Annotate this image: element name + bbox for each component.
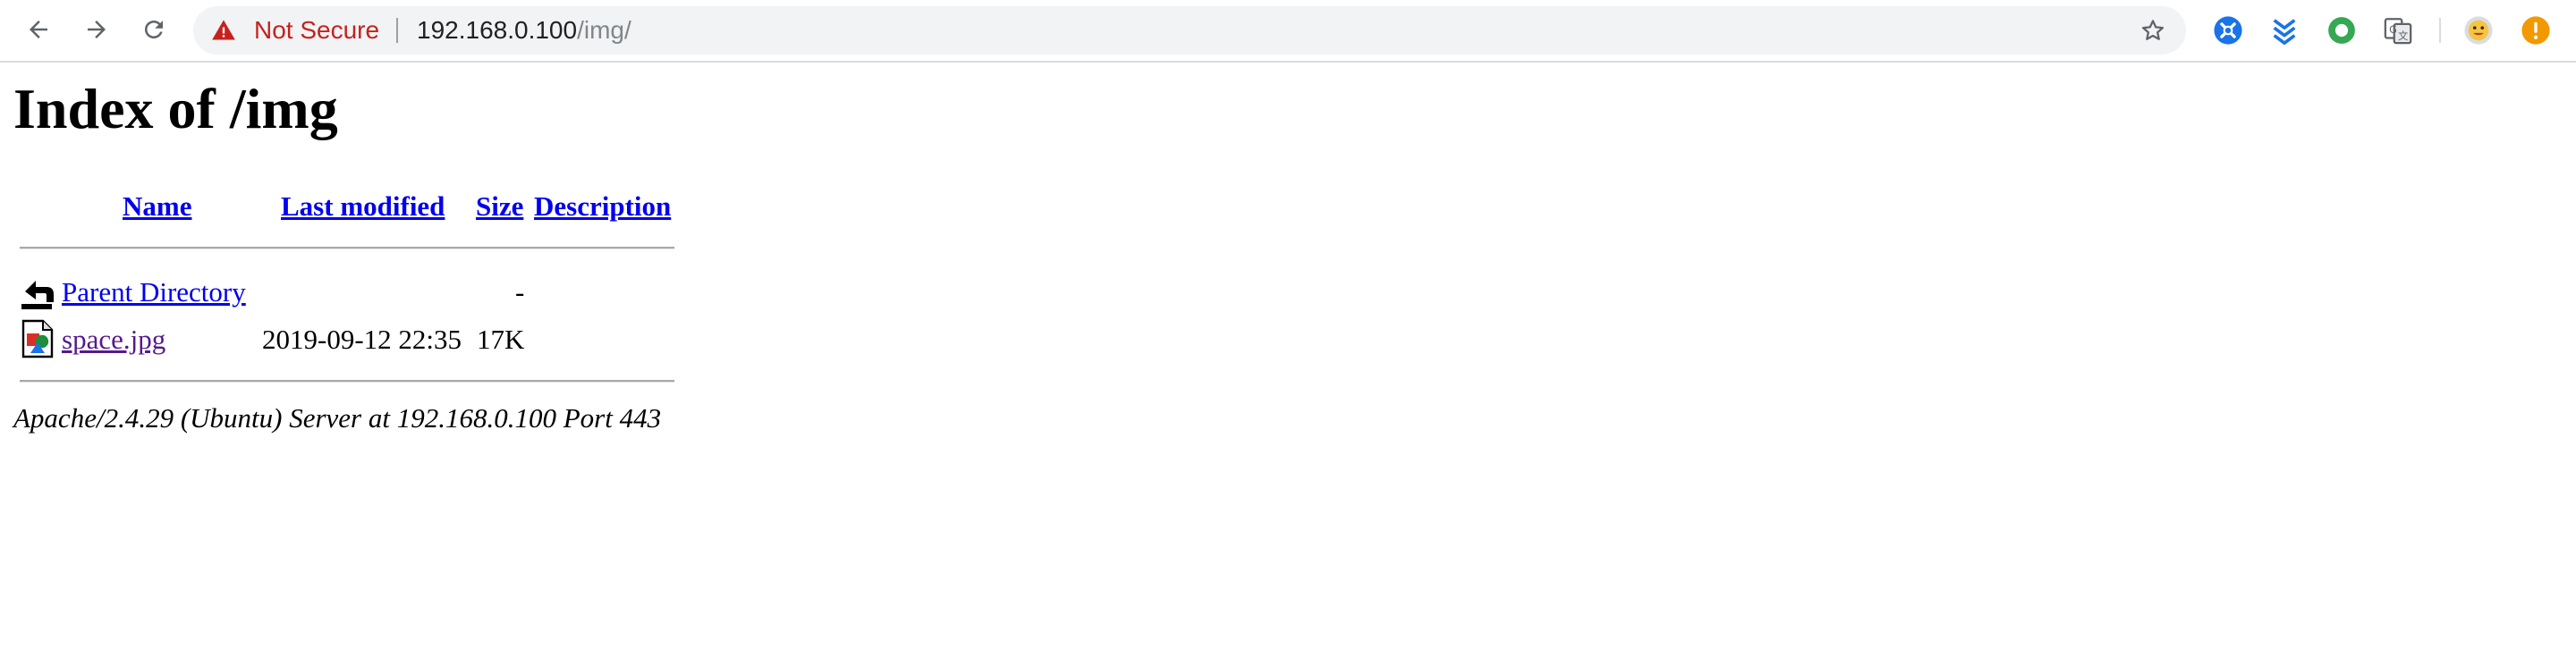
chevrons-icon[interactable] (2269, 15, 2300, 46)
address-bar[interactable]: Not Secure 192.168.0.100/img/ (193, 6, 2186, 55)
server-signature: Apache/2.4.29 (Ubuntu) Server at 192.168… (13, 402, 662, 434)
file-link-space-jpg[interactable]: space.jpg (62, 322, 165, 358)
browser-toolbar: Not Secure 192.168.0.100/img/ G 文 (0, 0, 2576, 63)
reload-button[interactable] (134, 10, 174, 49)
star-icon[interactable] (2140, 17, 2166, 44)
image-file-icon (21, 319, 54, 358)
directory-listing-page: Index of /img Name Last modified Size De… (0, 63, 2576, 649)
url-path: /img/ (577, 16, 631, 44)
parent-directory-link[interactable]: Parent Directory (62, 274, 246, 310)
green-ring-icon[interactable] (2326, 15, 2357, 46)
file-modified-space-jpg: 2019-09-12 22:35 (262, 324, 462, 355)
toolbar-divider (2439, 18, 2441, 43)
omnibox-separator (396, 18, 398, 43)
warning-icon (212, 20, 235, 40)
translate-icon[interactable]: G 文 (2383, 15, 2413, 46)
arrow-left-icon (30, 21, 47, 38)
url-host: 192.168.0.100 (417, 16, 578, 44)
reload-icon (145, 21, 163, 38)
footer-divider (20, 380, 674, 383)
back-folder-icon (21, 281, 54, 309)
blue-puzzle-icon[interactable] (2213, 15, 2243, 46)
column-header-last-modified[interactable]: Last modified (281, 189, 445, 224)
url-text[interactable]: 192.168.0.100/img/ (417, 6, 631, 55)
file-size-space-jpg: 17K (477, 324, 525, 355)
column-header-size[interactable]: Size (476, 189, 523, 224)
column-header-name[interactable]: Name (123, 189, 191, 224)
header-divider (20, 247, 674, 249)
arrow-right-icon (88, 21, 106, 38)
back-button[interactable] (19, 10, 58, 49)
svg-text:文: 文 (2398, 30, 2408, 42)
column-header-description[interactable]: Description (534, 189, 671, 224)
avatar-icon[interactable] (2463, 15, 2494, 46)
parent-directory-size: - (515, 276, 525, 308)
not-secure-label[interactable]: Not Secure (254, 6, 379, 55)
forward-button[interactable] (77, 10, 116, 49)
page-title: Index of /img (13, 77, 338, 140)
update-alert-icon[interactable] (2521, 15, 2551, 46)
svg-text:G: G (2389, 23, 2397, 36)
